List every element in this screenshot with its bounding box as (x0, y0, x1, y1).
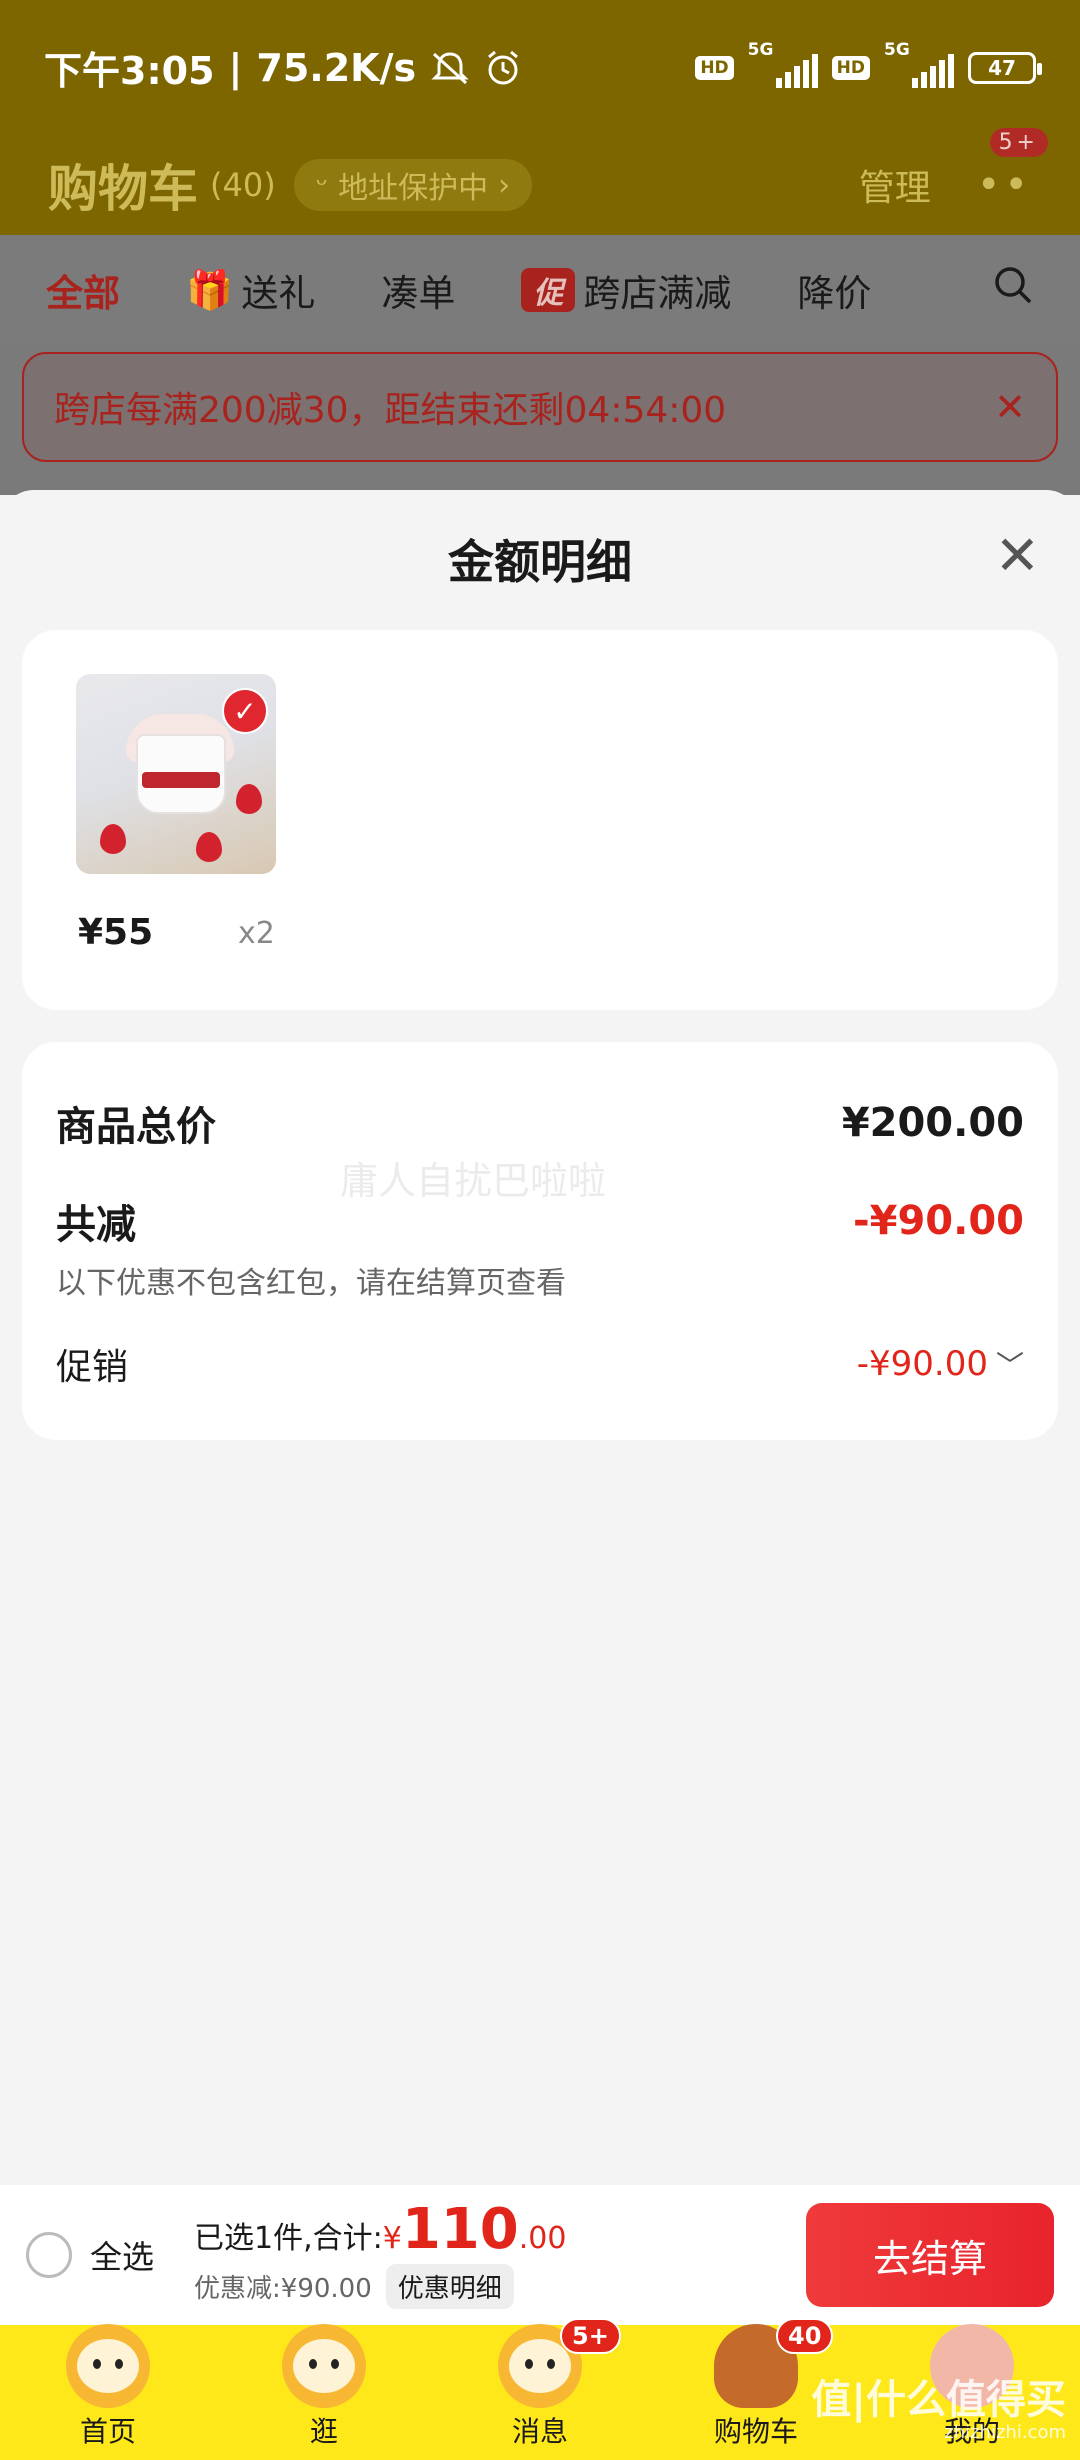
discount-label: 共减 (56, 1202, 136, 1248)
promo-banner: 跨店每满200减30，距结束还剩04:54:00 ✕ (22, 352, 1058, 462)
cart-header: 购物车 (40) ᵕ 地址保护中 › 管理 •• 5+ (0, 128, 1080, 235)
select-all-checkbox[interactable] (26, 2232, 72, 2278)
more-menu-button[interactable]: •• 5+ (976, 128, 1048, 208)
sheet-title: 金额明细 (448, 535, 632, 589)
sum-block: 已选1件,合计: ¥ 110 .00 优惠减:¥90.00 优惠明细 (194, 2196, 566, 2309)
tab-price-drop[interactable]: 降价 (797, 263, 871, 317)
address-protection-pill[interactable]: ᵕ 地址保护中 › (293, 159, 533, 211)
status-bar: 下午3:05 | 75.2K/s HD 5G HD 5G 47 (0, 0, 1080, 135)
product-card: ✓ ¥55 x2 (22, 630, 1058, 1010)
hd-badge: HD (831, 55, 870, 80)
price-summary-card: 商品总价 ¥200.00 共减 -¥90.00 以下优惠不包含红包，请在结算页查… (22, 1042, 1058, 1440)
chevron-down-icon: ﹀ (995, 1349, 1024, 1382)
home-cat-icon (66, 2324, 150, 2408)
checkout-button[interactable]: 去结算 (806, 2203, 1054, 2307)
signal-icon: 5G (748, 40, 818, 88)
cart-count: (40) (210, 166, 276, 204)
product-price: ¥55 (78, 912, 154, 953)
promotion-label: 促销 (56, 1347, 129, 1388)
cart-badge: 40 (776, 2318, 834, 2354)
discount-detail-button[interactable]: 优惠明细 (385, 2263, 514, 2309)
signal-icon: 5G (884, 40, 954, 88)
browse-cat-icon (282, 2324, 366, 2408)
promotion-row[interactable]: 促销 -¥90.00 ﹀ (56, 1338, 1024, 1390)
alarm-icon (484, 49, 522, 87)
tab-combine[interactable]: 凑单 (381, 263, 455, 317)
network-speed: 75.2K/s (256, 45, 417, 90)
filter-tabs: 全部 🎁 送礼 凑单 促 跨店满减 降价 (0, 235, 1080, 345)
search-icon[interactable] (992, 264, 1034, 316)
shield-icon: ᵕ (315, 167, 329, 203)
selected-summary: 已选1件,合计: (194, 2220, 383, 2256)
tab-gift[interactable]: 🎁 送礼 (186, 263, 315, 317)
promotion-value: -¥90.00 (856, 1344, 988, 1384)
battery-icon: 47 (968, 51, 1042, 84)
discount-summary: 优惠减:¥90.00 (194, 2273, 372, 2304)
manage-button[interactable]: 管理 (859, 159, 931, 211)
discount-note: 以下优惠不包含红包，请在结算页查看 (56, 1266, 566, 1301)
checkout-bar: 全选 已选1件,合计: ¥ 110 .00 优惠减:¥90.00 优惠明细 去结… (0, 2185, 1080, 2325)
more-badge: 5+ (989, 128, 1048, 157)
tab-all[interactable]: 全部 (46, 263, 120, 317)
promo-tag: 促 (521, 268, 576, 312)
total-value: ¥200.00 (841, 1100, 1024, 1146)
close-icon[interactable]: ✕ (995, 524, 1040, 587)
product-image[interactable]: ✓ (76, 674, 276, 874)
total-row: 商品总价 ¥200.00 (56, 1094, 1024, 1152)
chevron-right-icon: › (498, 167, 511, 203)
select-all-label[interactable]: 全选 (90, 2232, 154, 2278)
product-quantity: x2 (238, 916, 275, 951)
total-label: 商品总价 (56, 1104, 216, 1150)
tab-cross-store-discount[interactable]: 促 跨店满减 (521, 263, 731, 317)
watermark-text: 庸人自扰巴啦啦 (340, 1159, 607, 1203)
bottom-nav: 首页 逛 5+ 消息 40 购物车 我的 值|什么值得买 zhizhizhi.c… (0, 2318, 1080, 2460)
page-title: 购物车 (48, 160, 198, 218)
nav-item-browse[interactable]: 逛 (224, 2324, 424, 2450)
more-dots-icon: •• (976, 162, 1032, 208)
gift-icon: 🎁 (186, 267, 234, 312)
close-icon[interactable]: ✕ (994, 385, 1026, 429)
discount-value: -¥90.00 (853, 1198, 1024, 1244)
corner-watermark: 值|什么值得买 zhizhizhi.com (811, 2377, 1066, 2443)
checkmark-icon: ✓ (222, 688, 268, 734)
messages-badge: 5+ (560, 2318, 621, 2354)
nav-item-messages[interactable]: 5+ 消息 (440, 2318, 640, 2450)
amount-detail-sheet: 金额明细 ✕ ✓ ¥55 x2 商品总价 ¥200.00 共减 -¥90.00 … (0, 490, 1080, 2185)
nav-item-home[interactable]: 首页 (8, 2324, 208, 2450)
status-time: 下午3:05 (44, 49, 215, 93)
total-amount: 110 (401, 2196, 519, 2262)
mute-icon (430, 50, 470, 86)
hd-badge: HD (695, 55, 734, 80)
